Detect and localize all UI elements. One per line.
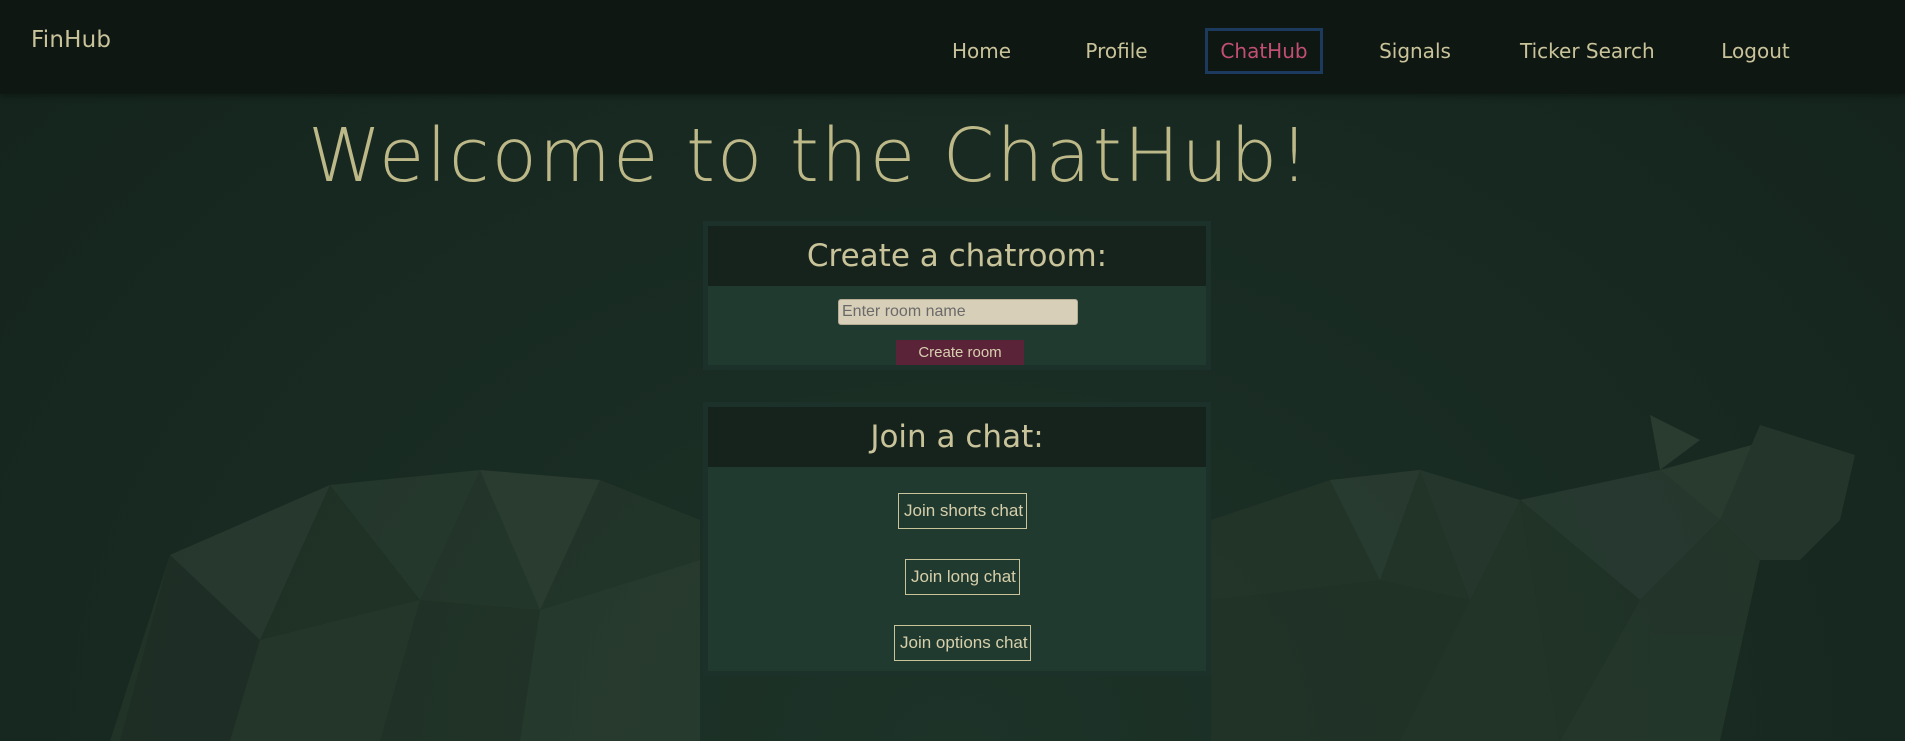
join-chat-panel: Join a chat: Join shorts chat Join long … [703, 402, 1211, 676]
join-chat-heading: Join a chat: [708, 407, 1206, 467]
create-room-button[interactable]: Create room [896, 340, 1024, 365]
join-long-chat-button[interactable]: Join long chat [905, 559, 1020, 595]
chathub-page: FinHub Home Profile ChatHub Signals Tick… [0, 0, 1905, 741]
create-chatroom-heading: Create a chatroom: [708, 226, 1206, 286]
top-navbar: FinHub Home Profile ChatHub Signals Tick… [0, 0, 1905, 94]
nav-link-chathub[interactable]: ChatHub [1205, 28, 1323, 74]
join-options-chat-button[interactable]: Join options chat [894, 625, 1031, 661]
page-title: Welcome to the ChatHub! [308, 113, 1311, 199]
nav-link-profile[interactable]: Profile [1080, 28, 1153, 74]
nav-link-ticker-search[interactable]: Ticker Search [1520, 28, 1655, 74]
nav-links: Home Profile ChatHub Signals Ticker Sear… [0, 28, 1905, 78]
room-name-input[interactable] [838, 299, 1078, 325]
nav-link-home[interactable]: Home [944, 28, 1019, 74]
join-shorts-chat-button[interactable]: Join shorts chat [898, 493, 1027, 529]
create-chatroom-panel: Create a chatroom: Create room [703, 221, 1211, 370]
nav-link-signals[interactable]: Signals [1377, 28, 1453, 74]
nav-link-logout[interactable]: Logout [1719, 28, 1792, 74]
